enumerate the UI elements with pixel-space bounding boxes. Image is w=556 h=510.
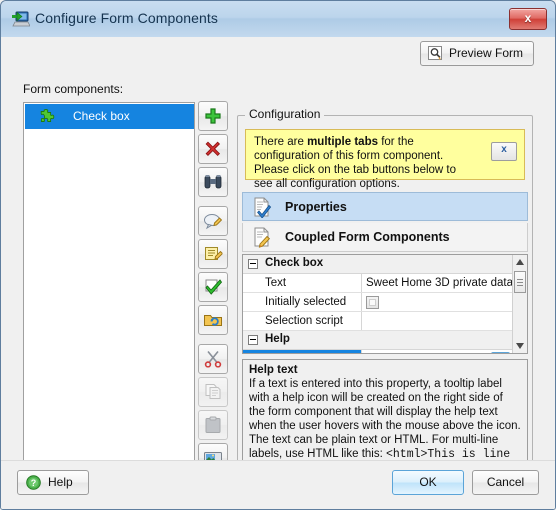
- green-plus-icon: [205, 108, 221, 124]
- dialog-content: Preview Form Form components: Check box: [1, 37, 555, 509]
- red-x-icon: [205, 141, 221, 157]
- property-name: Selection script: [265, 315, 343, 327]
- property-row-text[interactable]: Text Sweet Home 3D private data: [243, 274, 513, 293]
- open-folder-button[interactable]: [198, 305, 228, 335]
- cut-button[interactable]: [198, 344, 228, 374]
- copy-button[interactable]: [198, 377, 228, 407]
- preview-form-button[interactable]: Preview Form: [420, 41, 534, 66]
- window-close-button[interactable]: x: [509, 8, 547, 30]
- component-toolbar: [198, 101, 232, 509]
- comment-edit-icon: [204, 214, 223, 230]
- preview-form-label: Preview Form: [449, 46, 524, 60]
- property-group-check-box[interactable]: Check box: [243, 255, 513, 274]
- title-bar: Configure Form Components x: [1, 1, 555, 38]
- delete-component-button[interactable]: [198, 134, 228, 164]
- column-divider: [361, 293, 362, 311]
- tab-coupled-form-components[interactable]: Coupled Form Components: [242, 223, 528, 252]
- info-message-text: There are multiple tabs for the configur…: [254, 135, 472, 191]
- computer-export-icon: [12, 10, 31, 28]
- property-row-selection-script[interactable]: Selection script: [243, 312, 513, 331]
- list-item-label: Check box: [73, 109, 130, 123]
- property-grid-scrollbar[interactable]: [512, 255, 527, 353]
- scissors-icon: [204, 350, 222, 368]
- help-text-ellipsis-button[interactable]: ...: [491, 351, 510, 353]
- initially-selected-checkbox[interactable]: [366, 296, 379, 309]
- find-component-button[interactable]: [198, 167, 228, 197]
- help-button[interactable]: ? Help: [17, 470, 89, 495]
- property-group-label: Check box: [265, 257, 324, 269]
- scroll-up-button[interactable]: [513, 255, 527, 269]
- property-name: Text: [265, 277, 287, 289]
- info-prefix: There are: [254, 136, 308, 148]
- binoculars-icon: [204, 175, 222, 189]
- cancel-button[interactable]: Cancel: [472, 470, 539, 495]
- form-components-label: Form components:: [23, 82, 124, 96]
- paste-button[interactable]: [198, 410, 228, 440]
- property-grid[interactable]: Check box Text Sweet Home 3D private dat…: [242, 254, 528, 354]
- ok-button[interactable]: OK: [392, 470, 464, 495]
- yellow-note-icon: [205, 247, 223, 260]
- svg-text:?: ?: [31, 478, 37, 488]
- property-row-initially-selected[interactable]: Initially selected: [243, 293, 513, 312]
- edit-label-button[interactable]: [198, 206, 228, 236]
- selected-cell-highlight: [243, 350, 361, 353]
- property-name: Help text: [265, 353, 310, 354]
- configure-form-components-dialog: Configure Form Components x Preview Form…: [0, 0, 556, 510]
- ellipsis-label: ...: [492, 351, 509, 353]
- info-close-icon: x: [501, 144, 507, 155]
- question-mark-icon: ?: [26, 475, 41, 490]
- validate-button[interactable]: [198, 272, 228, 302]
- column-divider: [361, 274, 362, 292]
- edit-notes-button[interactable]: [198, 239, 228, 269]
- close-icon: x: [524, 11, 532, 25]
- info-message-box: There are multiple tabs for the configur…: [245, 129, 525, 190]
- window-title: Configure Form Components: [35, 10, 219, 26]
- help-button-label: Help: [48, 475, 73, 489]
- collapse-toggle-icon[interactable]: [248, 335, 258, 345]
- column-divider: [361, 312, 362, 330]
- property-name: Initially selected: [265, 296, 347, 308]
- clipboard-icon: [205, 416, 221, 433]
- property-group-label: Help: [265, 333, 290, 345]
- add-component-button[interactable]: [198, 101, 228, 131]
- document-pencil-icon: [252, 227, 273, 248]
- collapse-toggle-icon[interactable]: [248, 259, 258, 269]
- info-close-button[interactable]: x: [491, 142, 517, 161]
- configuration-legend: Configuration: [245, 107, 325, 121]
- list-item[interactable]: Check box: [25, 104, 194, 129]
- document-check-icon: [252, 197, 273, 219]
- column-divider: [361, 350, 362, 353]
- tab-properties-label: Properties: [285, 200, 347, 214]
- info-bold: multiple tabs: [307, 136, 378, 148]
- tab-coupled-label: Coupled Form Components: [285, 230, 450, 244]
- scrollbar-thumb[interactable]: [514, 271, 526, 293]
- scroll-down-icon: [516, 343, 524, 349]
- property-group-help[interactable]: Help: [243, 331, 513, 350]
- scroll-up-icon: [516, 259, 524, 265]
- form-components-list[interactable]: Check box: [23, 102, 195, 492]
- folder-refresh-icon: [204, 315, 222, 326]
- magnifier-icon: [428, 46, 443, 61]
- property-value[interactable]: Sweet Home 3D private data: [366, 277, 513, 289]
- green-check-icon: [205, 279, 222, 295]
- dialog-button-bar: ? Help OK Cancel: [1, 460, 555, 509]
- scroll-down-button[interactable]: [513, 339, 527, 353]
- tab-properties[interactable]: Properties: [242, 192, 528, 221]
- puzzle-piece-icon: [40, 108, 58, 125]
- property-row-help-text[interactable]: Help text ...: [243, 350, 513, 354]
- copy-pages-icon: [205, 384, 221, 399]
- description-heading: Help text: [249, 364, 298, 376]
